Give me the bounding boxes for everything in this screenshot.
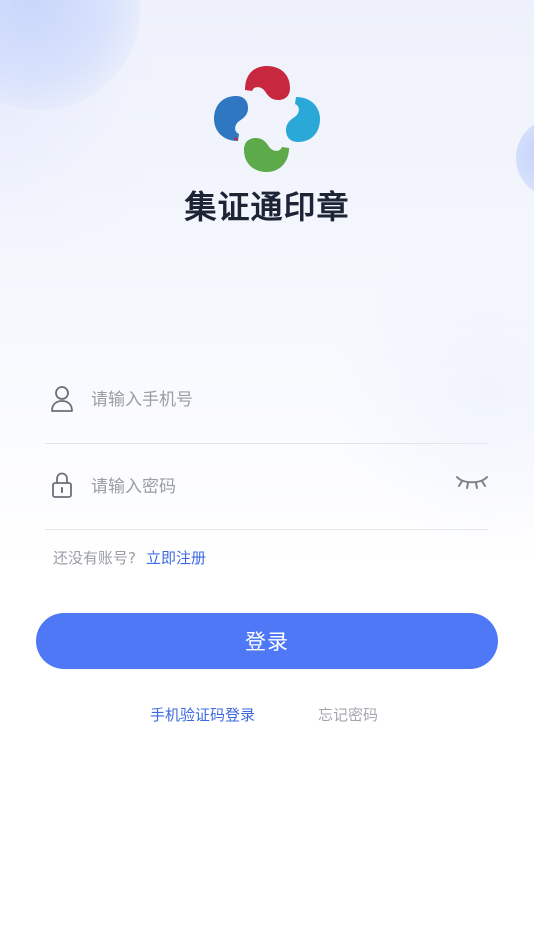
phone-field[interactable] xyxy=(45,370,488,444)
register-link[interactable]: 立即注册 xyxy=(146,549,206,567)
eye-closed-icon[interactable] xyxy=(454,471,490,495)
user-icon xyxy=(51,386,73,412)
logo-petal-red xyxy=(245,66,290,100)
logo-dot xyxy=(245,86,249,90)
logo-dot xyxy=(285,148,289,152)
register-row: 还没有账号? 立即注册 xyxy=(53,546,206,570)
login-button[interactable]: 登录 xyxy=(36,613,498,669)
logo-dot xyxy=(296,97,300,101)
register-prompt: 还没有账号? xyxy=(53,549,136,567)
password-input[interactable] xyxy=(91,472,441,502)
forgot-password-link[interactable]: 忘记密码 xyxy=(318,703,378,727)
logo-petal-green xyxy=(244,138,289,172)
logo-petal-blue xyxy=(214,96,248,141)
sms-login-link[interactable]: 手机验证码登录 xyxy=(150,703,255,727)
password-field[interactable] xyxy=(45,457,488,530)
app-title: 集证通印章 xyxy=(184,188,350,226)
phone-input[interactable] xyxy=(91,385,441,415)
app-logo xyxy=(214,66,320,172)
lock-icon xyxy=(52,472,72,498)
logo-dot xyxy=(234,137,238,141)
logo-petal-cyan xyxy=(286,97,320,142)
